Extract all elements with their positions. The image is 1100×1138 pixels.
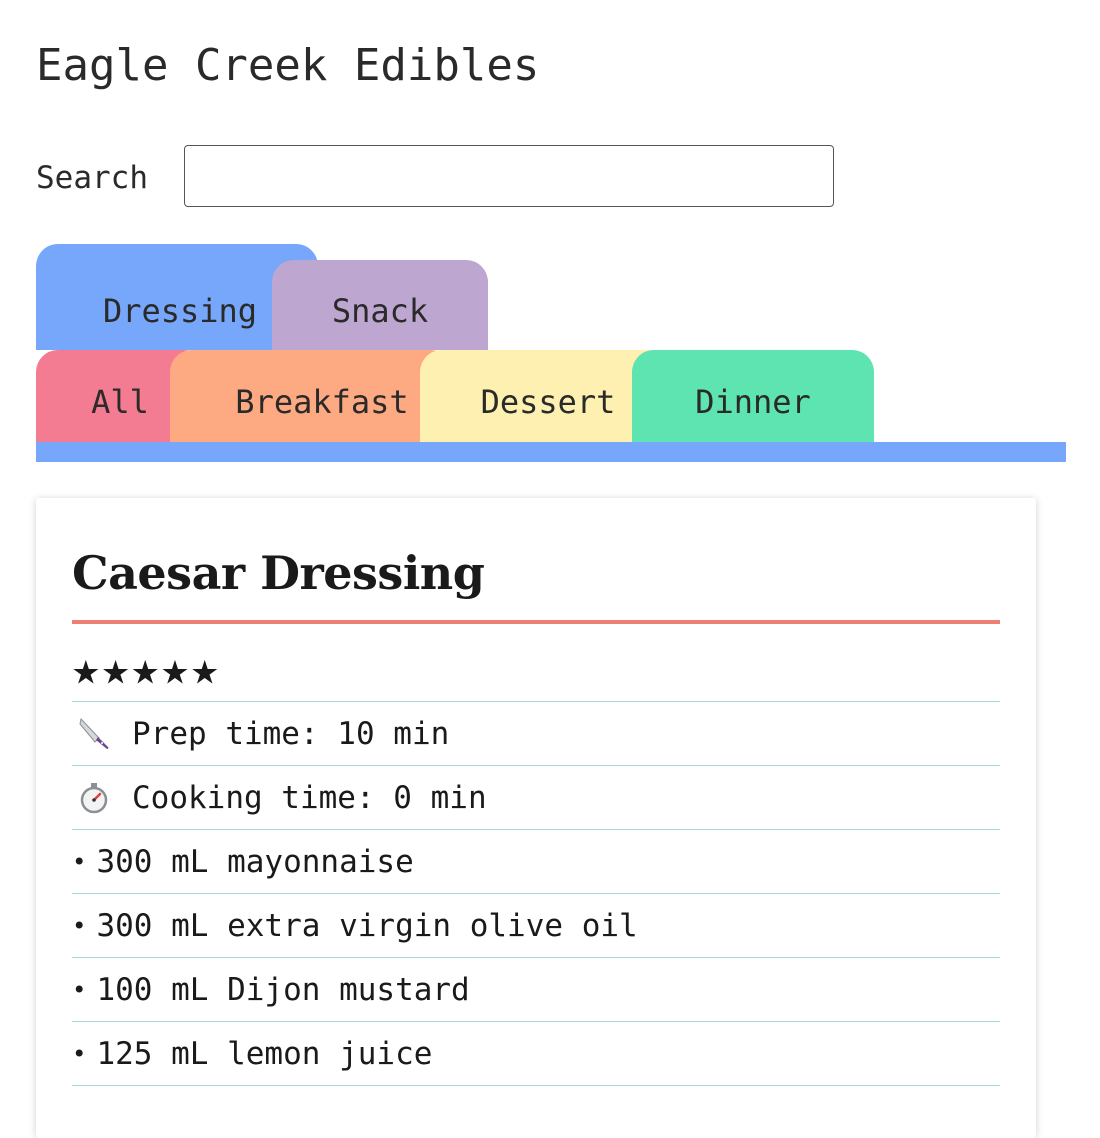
star-icon: ★ bbox=[190, 640, 219, 695]
ingredient-text: 300 mL extra virgin olive oil bbox=[96, 907, 638, 944]
stopwatch-icon bbox=[76, 780, 122, 816]
active-tab-bar bbox=[36, 442, 1066, 462]
recipe-title: Caesar Dressing bbox=[72, 546, 485, 600]
tab-label: Breakfast bbox=[235, 383, 409, 421]
tab-snack[interactable]: Snack bbox=[272, 260, 488, 350]
ingredient-item: • 300 mL extra virgin olive oil bbox=[72, 894, 1000, 958]
tab-label: Dinner bbox=[695, 383, 811, 421]
star-icon: ★ bbox=[161, 640, 189, 695]
bullet: • bbox=[72, 847, 87, 876]
ingredient-text: 100 mL Dijon mustard bbox=[96, 971, 470, 1008]
ingredient-item: • 100 mL Dijon mustard bbox=[72, 958, 1000, 1022]
star-rating: ★ ★ ★ ★ ★ bbox=[72, 624, 1000, 702]
bullet: • bbox=[72, 911, 87, 940]
prep-time-text: Prep time: 10 min bbox=[132, 715, 450, 752]
tab-label: Dressing bbox=[102, 292, 258, 330]
bullet: • bbox=[72, 975, 87, 1004]
app-title: Eagle Creek Edibles bbox=[36, 40, 540, 91]
cook-time-row: Cooking time: 0 min bbox=[72, 766, 1000, 830]
search-input[interactable] bbox=[184, 145, 834, 207]
cook-time-text: Cooking time: 0 min bbox=[132, 779, 487, 816]
ingredient-item: • 125 mL lemon juice bbox=[72, 1022, 1000, 1086]
recipe-card: Caesar Dressing ★ ★ ★ ★ ★ Prep time: 10 … bbox=[36, 498, 1036, 1138]
tab-label: Snack bbox=[331, 292, 429, 330]
prep-time-row: Prep time: 10 min bbox=[72, 702, 1000, 766]
ingredient-text: 125 mL lemon juice bbox=[96, 1035, 433, 1072]
tab-breakfast[interactable]: Breakfast bbox=[170, 350, 452, 442]
tab-dinner[interactable]: Dinner bbox=[632, 350, 874, 442]
knife-icon bbox=[76, 716, 122, 752]
tab-label: All bbox=[91, 383, 149, 421]
star-icon: ★ bbox=[131, 640, 160, 695]
bullet: • bbox=[72, 1039, 87, 1068]
search-label: Search bbox=[36, 160, 148, 196]
star-icon: ★ bbox=[72, 640, 100, 695]
tab-label: Dessert bbox=[480, 383, 616, 421]
ingredient-item: • 300 mL mayonnaise bbox=[72, 830, 1000, 894]
star-icon: ★ bbox=[101, 640, 130, 695]
ingredient-text: 300 mL mayonnaise bbox=[96, 843, 414, 880]
